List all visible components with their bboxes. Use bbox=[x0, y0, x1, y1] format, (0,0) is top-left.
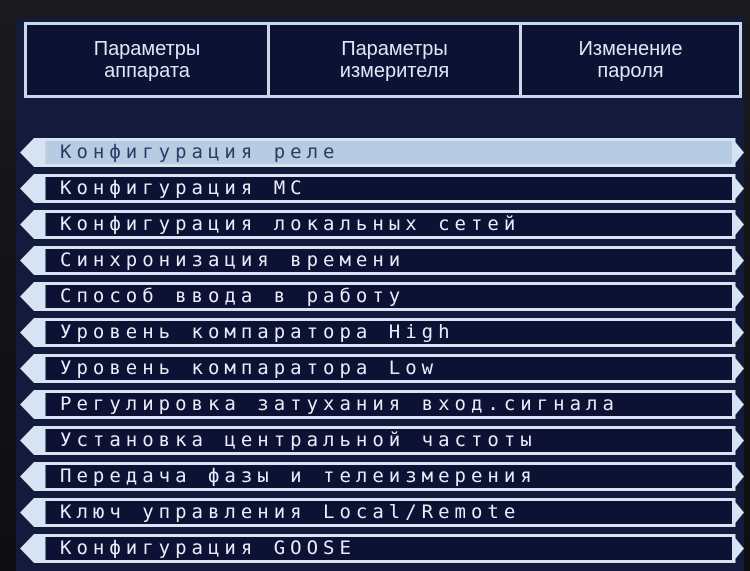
right-arrow-icon bbox=[732, 318, 744, 347]
right-arrow-icon bbox=[732, 174, 744, 203]
right-arrow-icon bbox=[732, 138, 744, 167]
menu-item-label: Передача фазы и телеизмерения bbox=[60, 465, 537, 487]
right-arrow-icon bbox=[732, 498, 744, 527]
menu-item-lan-config[interactable]: Конфигурация локальных сетей bbox=[16, 210, 744, 239]
menu-item-time-sync[interactable]: Синхронизация времени bbox=[16, 246, 744, 275]
menu-item-center-frequency[interactable]: Установка центральной частоты bbox=[16, 426, 744, 455]
menu-item-label: Уровень компаратора Low bbox=[60, 357, 439, 379]
menu-item-input-attenuation[interactable]: Регулировка затухания вход.сигнала bbox=[16, 390, 744, 419]
right-arrow-icon bbox=[732, 462, 744, 491]
menu-item-local-remote-key[interactable]: Ключ управления Local/Remote bbox=[16, 498, 744, 527]
right-arrow-icon bbox=[732, 282, 744, 311]
right-arrow-icon bbox=[732, 246, 744, 275]
menu-item-label: Конфигурация МС bbox=[60, 177, 307, 199]
right-arrow-icon bbox=[732, 534, 744, 563]
menu-item-label: Конфигурация реле bbox=[60, 141, 340, 163]
tab-change-password[interactable]: Изменение пароля bbox=[522, 22, 742, 98]
right-arrow-icon bbox=[732, 354, 744, 383]
menu-item-label: Конфигурация локальных сетей bbox=[60, 213, 521, 235]
right-arrow-icon bbox=[732, 210, 744, 239]
menu-item-label: Регулировка затухания вход.сигнала bbox=[60, 393, 619, 415]
menu-item-commissioning-mode[interactable]: Способ ввода в работу bbox=[16, 282, 744, 311]
menu-item-label: Способ ввода в работу bbox=[60, 285, 406, 307]
menu-item-comparator-low[interactable]: Уровень компаратора Low bbox=[16, 354, 744, 383]
tab-meter-parameters[interactable]: Параметры измерителя bbox=[270, 22, 522, 98]
tab-bar: Параметры аппарата Параметры измерителя … bbox=[24, 22, 742, 98]
settings-menu: Конфигурация реле Конфигурация МС Конфиг… bbox=[16, 138, 744, 570]
menu-item-label: Уровень компаратора High bbox=[60, 321, 455, 343]
menu-item-ms-config[interactable]: Конфигурация МС bbox=[16, 174, 744, 203]
tab-device-parameters[interactable]: Параметры аппарата bbox=[24, 22, 270, 98]
menu-item-comparator-high[interactable]: Уровень компаратора High bbox=[16, 318, 744, 347]
right-arrow-icon bbox=[732, 390, 744, 419]
menu-item-label: Синхронизация времени bbox=[60, 249, 406, 271]
display-bezel: Параметры аппарата Параметры измерителя … bbox=[0, 0, 750, 571]
menu-item-label: Конфигурация GOOSE bbox=[60, 537, 356, 559]
menu-item-phase-telemetry[interactable]: Передача фазы и телеизмерения bbox=[16, 462, 744, 491]
menu-item-goose-config[interactable]: Конфигурация GOOSE bbox=[16, 534, 744, 563]
device-screen: Параметры аппарата Параметры измерителя … bbox=[16, 18, 744, 571]
right-arrow-icon bbox=[732, 426, 744, 455]
menu-item-label: Установка центральной частоты bbox=[60, 429, 537, 451]
menu-item-relay-config[interactable]: Конфигурация реле bbox=[16, 138, 744, 167]
menu-item-label: Ключ управления Local/Remote bbox=[60, 501, 521, 523]
